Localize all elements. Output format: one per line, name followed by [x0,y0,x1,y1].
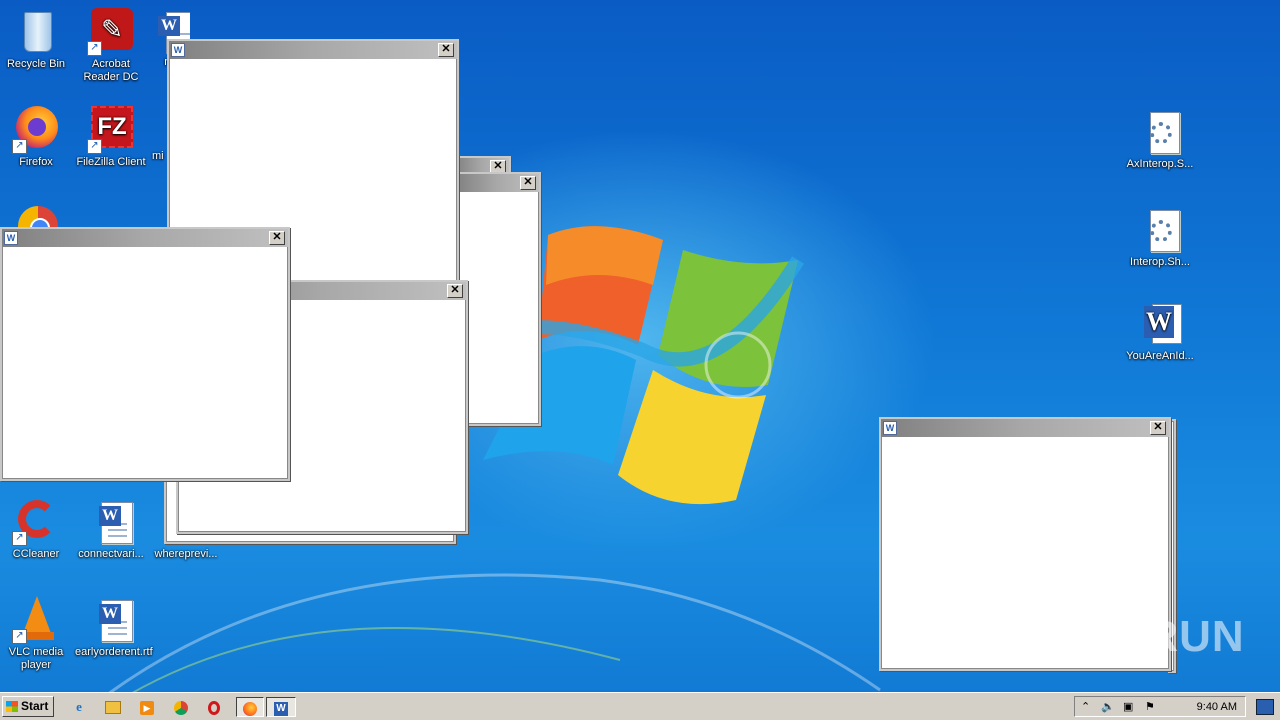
word-doc-icon: W [87,596,135,644]
media-player-icon[interactable]: ▶ [136,697,158,717]
desktop-icon-whereprevi[interactable]: whereprevi... [150,548,222,561]
desktop-icon-acrobat[interactable]: ✎ ↗ Acrobat Reader DC [75,8,147,84]
desktop-icon-recycle-bin[interactable]: Recycle Bin [0,8,72,71]
close-button[interactable]: ✕ [1150,421,1166,435]
start-label: Start [21,699,49,713]
desktop-icon-connectvari[interactable]: W connectvari... [75,498,147,561]
opera-icon[interactable] [203,697,225,717]
desktop-icon-filezilla[interactable]: FZ ↗ FileZilla Client [75,106,147,169]
desktop-icon-vlc[interactable]: ↗ VLC media player [0,596,72,672]
desktop-icon-firefox[interactable]: ↗ Firefox [0,106,72,169]
network-icon[interactable]: ▣ [1123,700,1133,713]
desktop-icon-chrome[interactable] [0,204,72,228]
chrome-icon [12,204,60,228]
close-button[interactable]: ✕ [269,231,285,245]
desktop-icon-ccleaner[interactable]: ↗ CCleaner [0,498,72,561]
chevron-up-icon[interactable]: ⌃ [1081,700,1090,713]
desktop-icon-partial-mi[interactable]: mi [150,150,166,163]
flag-icon[interactable]: ⚑ [1145,700,1155,713]
ie-icon[interactable]: e [68,697,90,717]
taskbar: Start e ▶ W ⌃ 🔈 ▣ ⚑ 9:40 AM [0,692,1280,720]
desktop-icon-youareanid[interactable]: W YouAreAnId... [1124,300,1196,363]
start-button[interactable]: Start [2,696,54,717]
desktop-icon-earlyorder[interactable]: W earlyorderent.rtf [75,596,153,659]
ccleaner-icon: ↗ [12,498,60,546]
word-doc-icon: W [883,421,897,435]
windows-flag-icon [6,701,18,712]
window-titlebar[interactable]: W [169,41,457,59]
acrobat-icon: ✎ ↗ [87,8,135,56]
settings-file-icon [1136,108,1184,156]
word-doc-icon: W [87,498,135,546]
desktop-icon-interop[interactable]: Interop.Sh... [1124,206,1196,269]
system-tray: ⌃ 🔈 ▣ ⚑ 9:40 AM [1074,696,1246,717]
close-button[interactable]: ✕ [447,284,463,298]
explorer-icon[interactable] [102,697,124,717]
word-icon: W [1136,300,1184,348]
chrome-icon[interactable] [170,697,192,717]
desktop-icon-axinterop[interactable]: AxInterop.S... [1124,108,1196,171]
close-button[interactable]: ✕ [520,176,536,190]
recycle-bin-icon [12,8,60,56]
clock[interactable]: 9:40 AM [1197,701,1237,713]
word-doc-icon: W [4,231,18,245]
firefox-icon: ↗ [12,106,60,154]
firefox-icon[interactable] [236,697,264,717]
anyrun-watermark: ANY RUN [1038,612,1245,661]
show-desktop-icon[interactable] [1256,699,1274,715]
window-titlebar[interactable]: W [2,229,288,247]
close-button[interactable]: ✕ [438,43,454,57]
word-doc-icon: W [171,43,185,57]
vlc-icon: ↗ [12,596,60,644]
popup-window[interactable]: W ✕ [0,227,290,481]
window-titlebar[interactable]: W [881,419,1169,437]
settings-file-icon [1136,206,1184,254]
volume-icon[interactable]: 🔈 [1101,700,1115,713]
filezilla-icon: FZ ↗ [87,106,135,154]
word-icon[interactable]: W [266,697,296,717]
